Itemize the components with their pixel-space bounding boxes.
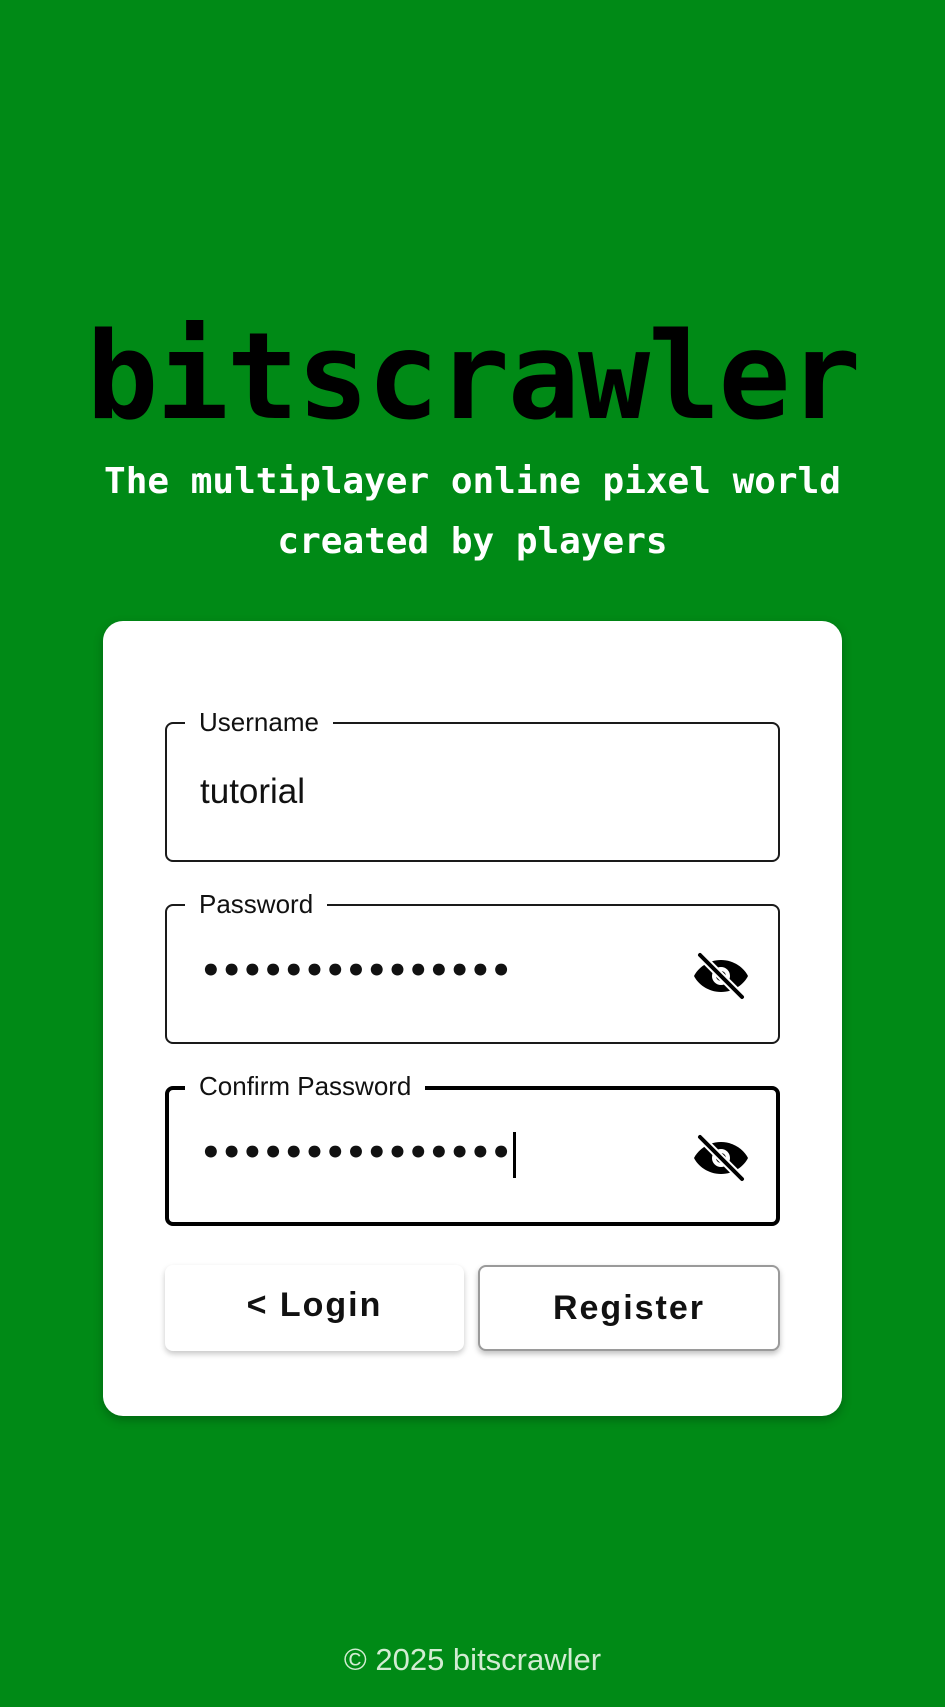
tagline-line-1: The multiplayer online pixel world — [104, 461, 841, 502]
eye-off-icon[interactable] — [692, 952, 750, 1000]
password-field[interactable]: Password ••••••••••••••• — [165, 889, 780, 1044]
username-input[interactable]: tutorial — [200, 770, 305, 814]
password-label: Password — [185, 889, 328, 919]
app-title: bitscrawler — [86, 308, 861, 447]
confirm-password-label: Confirm Password — [185, 1071, 426, 1101]
confirm-password-field[interactable]: Confirm Password ••••••••••••••• — [165, 1071, 780, 1226]
username-field[interactable]: Username tutorial — [165, 707, 780, 862]
footer-copyright: © 2025 bitscrawler — [343, 1642, 602, 1677]
tagline-line-2: created by players — [277, 521, 668, 562]
register-card: Username tutorial Password •••••••••••••… — [103, 621, 842, 1416]
text-caret — [512, 1131, 516, 1178]
login-button[interactable]: < Login — [165, 1265, 464, 1351]
register-button[interactable]: Register — [478, 1265, 780, 1351]
confirm-password-input[interactable]: ••••••••••••••• — [200, 1128, 516, 1178]
confirm-password-value: ••••••••••••••• — [200, 1133, 512, 1173]
tagline: The multiplayer online pixel world creat… — [60, 452, 885, 572]
password-input[interactable]: ••••••••••••••• — [200, 946, 512, 996]
eye-off-icon[interactable] — [692, 1134, 750, 1182]
username-label: Username — [185, 707, 333, 737]
